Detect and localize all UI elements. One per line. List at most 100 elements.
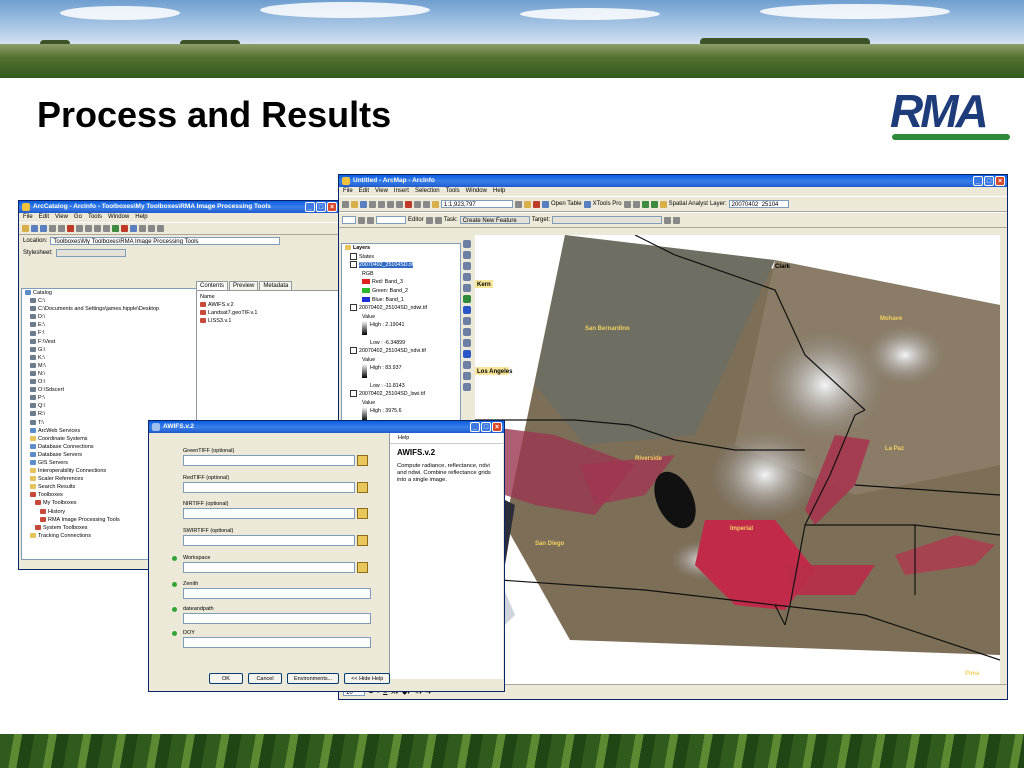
back-extent-icon[interactable] — [463, 306, 471, 314]
red-tiff-input[interactable] — [183, 482, 355, 493]
save-icon[interactable] — [360, 200, 367, 208]
target-select[interactable] — [552, 216, 663, 224]
arctoolbox-icon[interactable] — [121, 225, 128, 232]
zoom-out-icon[interactable] — [148, 225, 155, 232]
forward-extent-icon[interactable] — [463, 317, 471, 325]
copy-icon[interactable] — [49, 225, 56, 232]
nir-tiff-input[interactable] — [183, 508, 355, 519]
tree-item[interactable]: N:\ — [25, 370, 196, 378]
menu-tools[interactable]: Tools — [88, 213, 102, 222]
list-item[interactable]: LISS3.v.1 — [200, 317, 335, 325]
workspace-input[interactable] — [183, 562, 355, 573]
stylesheet-select[interactable] — [55, 249, 126, 257]
tree-item[interactable]: Catalog — [25, 289, 196, 297]
xtools-pro-menu[interactable]: XTools Pro — [593, 201, 622, 207]
open-table-button[interactable]: Open Table — [551, 201, 582, 207]
disconnect-icon[interactable] — [40, 225, 47, 232]
tree-item[interactable]: G:\ — [25, 346, 196, 354]
list-item[interactable]: AWIFS.v.2 — [200, 301, 335, 309]
browse-folder-icon[interactable] — [357, 508, 368, 519]
undo-icon[interactable] — [414, 200, 421, 208]
tool-icon[interactable] — [358, 216, 365, 224]
toc-layer-states[interactable]: States — [342, 252, 460, 262]
environments-button[interactable]: Environments... — [287, 673, 340, 684]
menu-insert[interactable]: Insert — [394, 187, 409, 196]
tab-metadata[interactable]: Metadata — [259, 281, 293, 290]
sketch-properties-icon[interactable] — [673, 216, 681, 224]
toc-layer-ndvi[interactable]: 20070402_25104SD_ndvi.tif — [342, 347, 460, 356]
tab-contents[interactable]: Contents — [196, 281, 229, 290]
doy-input[interactable] — [183, 637, 371, 648]
minimize-button[interactable]: _ — [973, 176, 983, 186]
fixed-zoom-in-icon[interactable] — [463, 262, 471, 270]
thumbnails-icon[interactable] — [103, 225, 110, 232]
print-icon[interactable] — [369, 200, 376, 208]
details-icon[interactable] — [94, 225, 101, 232]
tree-item[interactable]: D:\ — [25, 313, 196, 321]
redo-icon[interactable] — [423, 200, 430, 208]
tree-item[interactable]: Q:\ — [25, 402, 196, 410]
percent-select[interactable] — [376, 216, 406, 224]
zenith-input[interactable] — [183, 588, 371, 599]
layer-checkbox[interactable] — [350, 252, 357, 260]
browse-folder-icon[interactable] — [357, 535, 368, 546]
tree-item[interactable]: C:\ — [25, 297, 196, 305]
toc-layer-raster[interactable]: 20070402_25104SD.tif — [342, 261, 460, 270]
layer-checkbox[interactable] — [350, 261, 357, 269]
what-is-this-icon[interactable] — [583, 200, 591, 208]
find-icon[interactable] — [463, 361, 471, 369]
menu-edit[interactable]: Edit — [39, 213, 49, 222]
tree-item[interactable]: O:\Sdscert — [25, 386, 196, 394]
large-icons-icon[interactable] — [76, 225, 83, 232]
editor-toolbar-icon[interactable] — [515, 200, 522, 208]
menu-file[interactable]: File — [343, 187, 353, 196]
scale-input[interactable]: 1:1,923,797 — [441, 200, 513, 208]
satellite-image-map[interactable]: Kern Los Angeles Clark San Bernardino Mo… — [475, 235, 1000, 685]
what-is-this-icon[interactable] — [130, 225, 137, 232]
menu-view[interactable]: View — [375, 187, 388, 196]
tool-icon[interactable] — [367, 216, 374, 224]
menu-window[interactable]: Window — [108, 213, 129, 222]
layer-checkbox[interactable] — [350, 390, 357, 398]
menu-help[interactable]: Help — [135, 213, 147, 222]
command-line-icon[interactable] — [542, 200, 549, 208]
connect-icon[interactable] — [31, 225, 38, 232]
layer-select[interactable]: 20070402_25104 — [728, 200, 789, 208]
menu-window[interactable]: Window — [466, 187, 487, 196]
open-icon[interactable] — [351, 200, 358, 208]
tab-preview[interactable]: Preview — [229, 281, 259, 290]
measure-icon[interactable] — [463, 372, 471, 380]
menu-tools[interactable]: Tools — [446, 187, 460, 196]
toc-layers[interactable]: Layers — [342, 244, 460, 253]
pan-icon[interactable] — [463, 284, 471, 292]
layer-checkbox[interactable] — [350, 304, 357, 312]
arccatalog-titlebar[interactable]: ArcCatalog - ArcInfo - Toolboxes\My Tool… — [19, 201, 339, 213]
minimize-button[interactable]: _ — [470, 422, 480, 432]
layer-checkbox[interactable] — [350, 347, 357, 355]
close-button[interactable]: × — [492, 422, 502, 432]
hyperlink-icon[interactable] — [463, 383, 471, 391]
tree-item[interactable]: M:\ — [25, 362, 196, 370]
maximize-button[interactable]: □ — [984, 176, 994, 186]
awifs-titlebar[interactable]: AWIFS.v.2 _ □ × — [149, 421, 504, 433]
select-features-icon[interactable] — [463, 328, 471, 336]
measure-icon[interactable] — [632, 200, 640, 208]
cut-icon[interactable] — [378, 200, 385, 208]
maximize-button[interactable]: □ — [481, 422, 491, 432]
map-view[interactable]: Kern Los Angeles Clark San Bernardino Mo… — [475, 235, 1000, 685]
xtools-icon[interactable] — [623, 200, 631, 208]
zoom-out-icon[interactable] — [463, 251, 471, 259]
menu-selection[interactable]: Selection — [415, 187, 440, 196]
sketch-tool-icon[interactable] — [434, 216, 442, 224]
copy-icon[interactable] — [387, 200, 394, 208]
browse-folder-icon[interactable] — [357, 455, 368, 466]
tree-item[interactable]: K:\ — [25, 354, 196, 362]
browse-folder-icon[interactable] — [357, 562, 368, 573]
hide-help-button[interactable]: << Hide Help — [344, 673, 391, 684]
tree-item[interactable]: R:\ — [25, 410, 196, 418]
zoom-in-icon[interactable] — [463, 240, 471, 248]
menu-view[interactable]: View — [55, 213, 68, 222]
help-tab[interactable]: Help — [390, 433, 503, 444]
paste-icon[interactable] — [396, 200, 403, 208]
awifs-tool-dialog[interactable]: AWIFS.v.2 _ □ × GreenTIFF (optional) Red… — [148, 420, 505, 692]
